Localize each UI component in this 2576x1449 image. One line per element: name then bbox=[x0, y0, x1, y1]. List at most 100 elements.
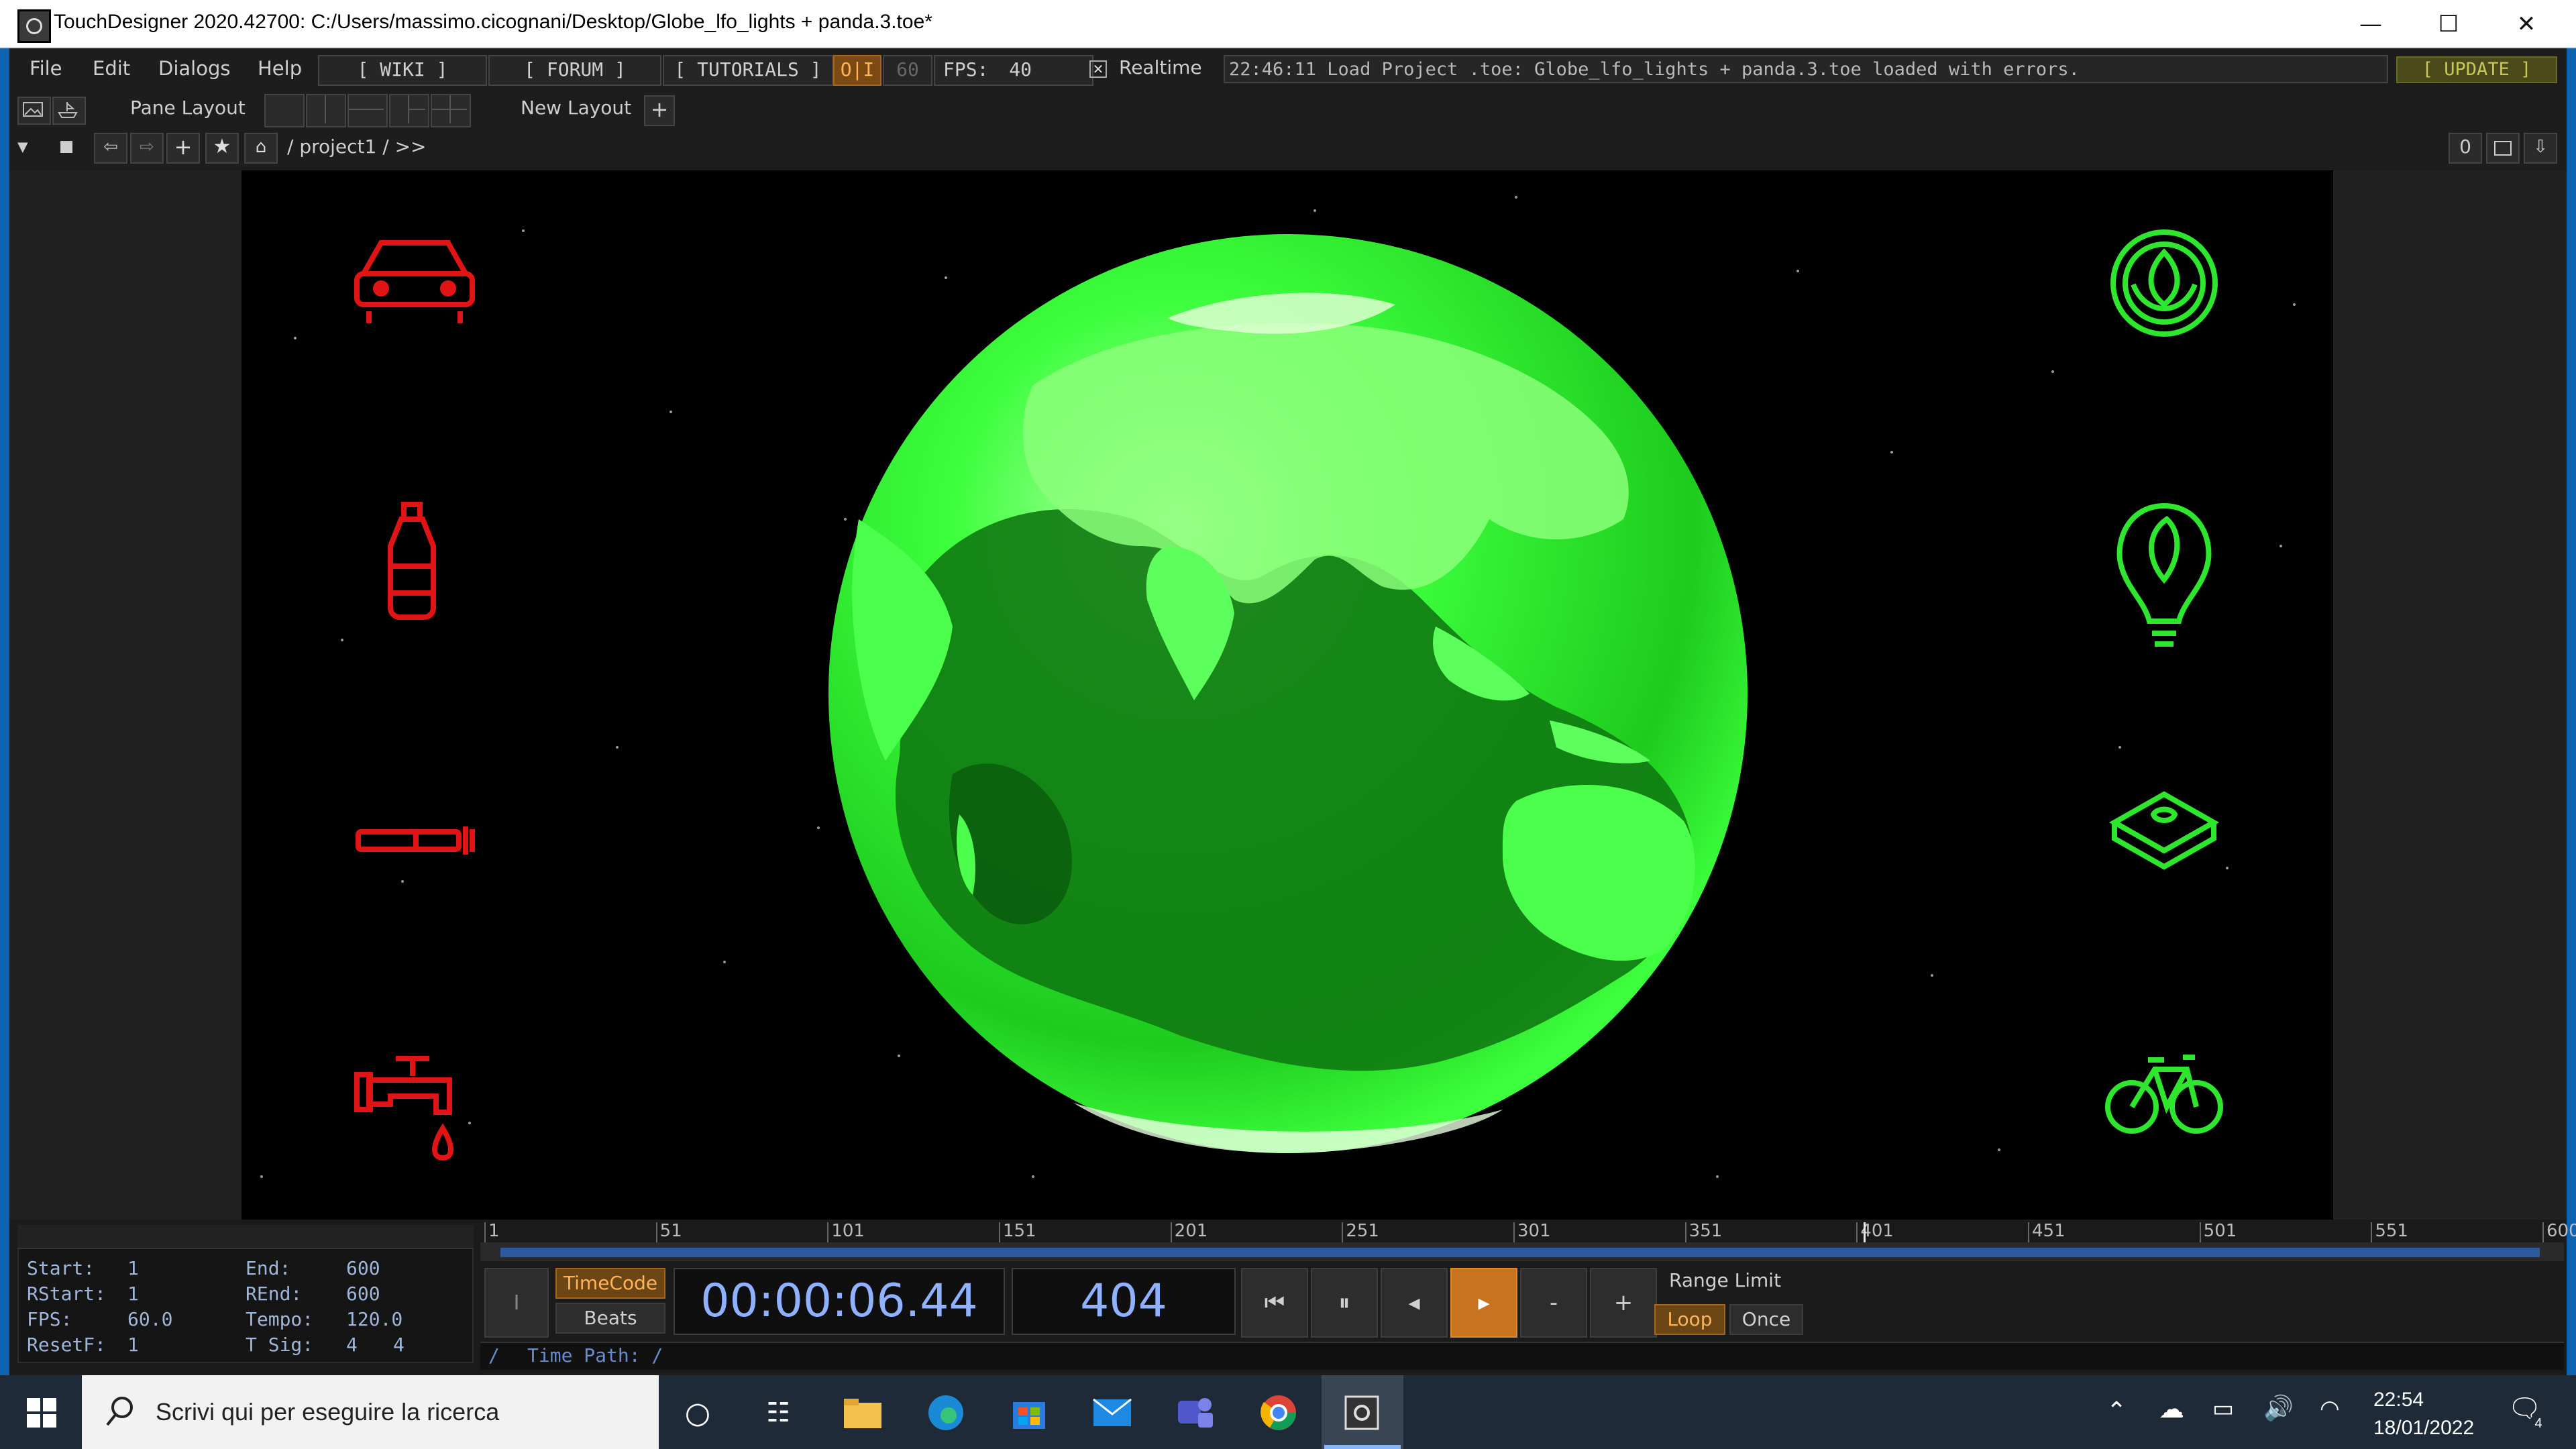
range-limit-label: Range Limit bbox=[1669, 1269, 1782, 1291]
battery-icon[interactable]: ▭ bbox=[2212, 1395, 2234, 1422]
perform-mode-toggle[interactable]: O|I bbox=[833, 55, 881, 86]
timeline-tick-mark bbox=[2199, 1222, 2201, 1242]
timecode-button[interactable]: TimeCode bbox=[555, 1268, 665, 1299]
timeline-tick-mark bbox=[1513, 1222, 1515, 1242]
layout-split-horizontal-button[interactable] bbox=[347, 94, 388, 127]
new-layout-label: New Layout bbox=[521, 97, 632, 119]
resetf-value[interactable]: 1 bbox=[127, 1334, 139, 1356]
minus-button[interactable]: - bbox=[1520, 1268, 1587, 1338]
tempo-label: Tempo: bbox=[246, 1308, 314, 1330]
timecode-display[interactable]: 00:00:06.44 bbox=[674, 1268, 1005, 1335]
timeline-range-bar[interactable] bbox=[500, 1248, 2540, 1257]
view-image-icon[interactable] bbox=[17, 97, 51, 125]
play-icon[interactable]: ▸ bbox=[1450, 1268, 1517, 1338]
tsig-value-a[interactable]: 4 bbox=[346, 1334, 358, 1356]
layout-split-vertical-button[interactable] bbox=[306, 94, 346, 127]
file-explorer-icon[interactable] bbox=[836, 1386, 890, 1440]
fps-info-value[interactable]: 60.0 bbox=[127, 1308, 172, 1330]
pause-icon[interactable]: ⏸ bbox=[1311, 1268, 1378, 1338]
timeline-playhead[interactable] bbox=[1863, 1222, 1866, 1242]
ship-icon[interactable] bbox=[52, 97, 86, 125]
layout-single-button[interactable] bbox=[264, 94, 305, 127]
layout-three-button[interactable] bbox=[389, 94, 429, 127]
beats-button[interactable]: Beats bbox=[555, 1303, 665, 1334]
tempo-value[interactable]: 120.0 bbox=[346, 1308, 402, 1330]
edge-browser-icon[interactable] bbox=[919, 1386, 973, 1440]
pin-down-icon[interactable]: ⇩ bbox=[2524, 133, 2557, 164]
tsig-label: T Sig: bbox=[246, 1334, 314, 1356]
bookmark-star-icon[interactable]: ★ bbox=[205, 133, 239, 164]
tsig-value-b[interactable]: 4 bbox=[393, 1334, 405, 1356]
end-value[interactable]: 600 bbox=[346, 1257, 380, 1279]
touchdesigner-app-icon bbox=[17, 9, 51, 43]
touchdesigner-taskbar-icon[interactable] bbox=[1335, 1386, 1389, 1440]
bicycle-icon bbox=[2105, 1055, 2223, 1134]
clock-time[interactable]: 22:54 bbox=[2373, 1389, 2424, 1411]
wiki-button[interactable]: [ WIKI ] bbox=[318, 55, 487, 86]
layout-quad-button[interactable] bbox=[431, 94, 471, 127]
minimize-button[interactable]: — bbox=[2332, 0, 2410, 48]
timeline-handle-button[interactable]: I bbox=[484, 1268, 549, 1338]
rewind-icon[interactable]: ⏮ bbox=[1241, 1268, 1308, 1338]
status-message: 22:46:11 Load Project .toe: Globe_lfo_li… bbox=[1224, 55, 2388, 83]
dropdown-arrow-icon[interactable]: ▼ bbox=[17, 137, 28, 157]
menu-file[interactable]: File bbox=[30, 54, 62, 83]
home-icon[interactable]: ⌂ bbox=[244, 133, 278, 164]
teams-icon[interactable] bbox=[1169, 1386, 1222, 1440]
viewport-scene bbox=[260, 196, 2296, 1178]
rend-value[interactable]: 600 bbox=[346, 1283, 380, 1305]
info-header-bar bbox=[17, 1225, 474, 1249]
timeline-track[interactable] bbox=[480, 1242, 2564, 1261]
maximize-button[interactable]: ☐ bbox=[2410, 0, 2487, 48]
volume-icon[interactable]: 🔊 bbox=[2263, 1394, 2294, 1422]
add-layout-button[interactable]: + bbox=[644, 95, 675, 126]
maximize-pane-icon[interactable] bbox=[2486, 133, 2520, 164]
start-value[interactable]: 1 bbox=[127, 1257, 139, 1279]
menu-edit[interactable]: Edit bbox=[93, 54, 130, 83]
step-back-icon[interactable]: ◂ bbox=[1381, 1268, 1448, 1338]
leaf-icon bbox=[2110, 229, 2218, 337]
timeline-tick-mark bbox=[484, 1222, 486, 1242]
chrome-icon[interactable] bbox=[1252, 1386, 1305, 1440]
tray-expand-icon[interactable]: ⌃ bbox=[2106, 1397, 2127, 1425]
plus-button[interactable]: + bbox=[1590, 1268, 1657, 1338]
network-path[interactable]: / project1 / >> bbox=[287, 136, 426, 158]
fps-cap-field[interactable]: 60 bbox=[883, 55, 932, 86]
cortana-icon[interactable]: ○ bbox=[671, 1386, 724, 1440]
taskbar-search-box[interactable]: Scrivi qui per eseguire la ricerca bbox=[82, 1375, 659, 1449]
microsoft-store-icon[interactable] bbox=[1002, 1386, 1056, 1440]
stop-icon[interactable]: ■ bbox=[60, 134, 72, 158]
wifi-icon[interactable]: ◠ bbox=[2320, 1395, 2340, 1422]
timeline-tick-mark bbox=[1342, 1222, 1344, 1242]
search-placeholder: Scrivi qui per eseguire la ricerca bbox=[156, 1398, 500, 1426]
mail-icon[interactable] bbox=[1085, 1386, 1139, 1440]
frame-display[interactable]: 404 bbox=[1012, 1268, 1236, 1335]
resetf-label: ResetF: bbox=[27, 1334, 107, 1356]
windows-start-icon[interactable] bbox=[15, 1386, 68, 1440]
menu-dialogs[interactable]: Dialogs bbox=[158, 54, 230, 83]
add-node-icon[interactable]: + bbox=[166, 133, 200, 164]
close-button[interactable]: ✕ bbox=[2487, 0, 2565, 48]
update-button[interactable]: [ UPDATE ] bbox=[2396, 56, 2557, 83]
timeline-tick-label: 301 bbox=[1517, 1221, 1551, 1241]
search-icon bbox=[106, 1397, 133, 1426]
onedrive-cloud-icon[interactable]: ☁ bbox=[2159, 1394, 2184, 1424]
forward-arrow-icon[interactable]: ⇨ bbox=[130, 133, 164, 164]
rstart-value[interactable]: 1 bbox=[127, 1283, 139, 1305]
time-path-label: Time Path: / bbox=[527, 1344, 663, 1366]
render-viewport[interactable] bbox=[241, 170, 2333, 1220]
realtime-checkbox[interactable]: ✕ bbox=[1089, 60, 1107, 78]
timeline-tick-label: 201 bbox=[1174, 1221, 1208, 1241]
menu-help[interactable]: Help bbox=[258, 54, 302, 83]
back-arrow-icon[interactable]: ⇦ bbox=[94, 133, 127, 164]
timeline-tick-mark bbox=[2542, 1222, 2544, 1242]
tutorials-button[interactable]: [ TUTORIALS ] bbox=[663, 55, 833, 86]
loop-button[interactable]: Loop bbox=[1654, 1304, 1725, 1335]
forum-button[interactable]: [ FORUM ] bbox=[488, 55, 661, 86]
once-button[interactable]: Once bbox=[1729, 1304, 1803, 1335]
timeline-tick-mark bbox=[827, 1222, 829, 1242]
time-path-bar[interactable] bbox=[480, 1342, 2564, 1370]
clock-date[interactable]: 18/01/2022 bbox=[2373, 1417, 2474, 1440]
timeline-tick-label: 501 bbox=[2203, 1221, 2237, 1241]
task-view-icon[interactable]: ☷ bbox=[751, 1386, 805, 1440]
